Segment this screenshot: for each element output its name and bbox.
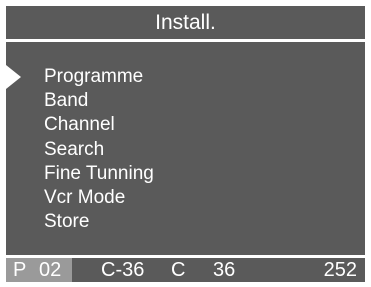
menu-item-label: Band [44,90,89,111]
menu-item-label: Channel [44,114,115,135]
channel-code: C-36 [101,259,145,281]
channel-letter: C [171,259,186,281]
program-number: 02 [39,259,62,281]
menu-item-channel[interactable]: Channel [6,113,365,137]
menu-item-vcr-mode[interactable]: Vcr Mode [6,186,365,210]
menu-item-label: Store [44,211,90,232]
menu-item-label: Fine Tunning [44,163,154,184]
menu-item-programme[interactable]: Programme [6,65,365,89]
program-letter: P [13,259,27,281]
title-divider [6,39,365,42]
status-bar: P 02 C-36 C 36 252 [6,258,365,282]
selection-cursor-icon [6,65,21,89]
menu-item-label: Vcr Mode [44,187,126,208]
page-title: Install. [6,6,365,39]
channel-number: 36 [213,259,236,281]
menu-item-search[interactable]: Search [6,138,365,162]
menu-item-fine-tunning[interactable]: Fine Tunning [6,162,365,186]
tv-osd-screen: Install. Programme Band Channel Search F… [6,6,365,282]
install-menu: Programme Band Channel Search Fine Tunni… [6,65,365,241]
menu-item-label: Search [44,139,105,160]
menu-item-store[interactable]: Store [6,210,365,234]
total-count: 252 [323,259,357,281]
menu-item-band[interactable]: Band [6,89,365,113]
menu-item-label: Programme [44,66,144,87]
